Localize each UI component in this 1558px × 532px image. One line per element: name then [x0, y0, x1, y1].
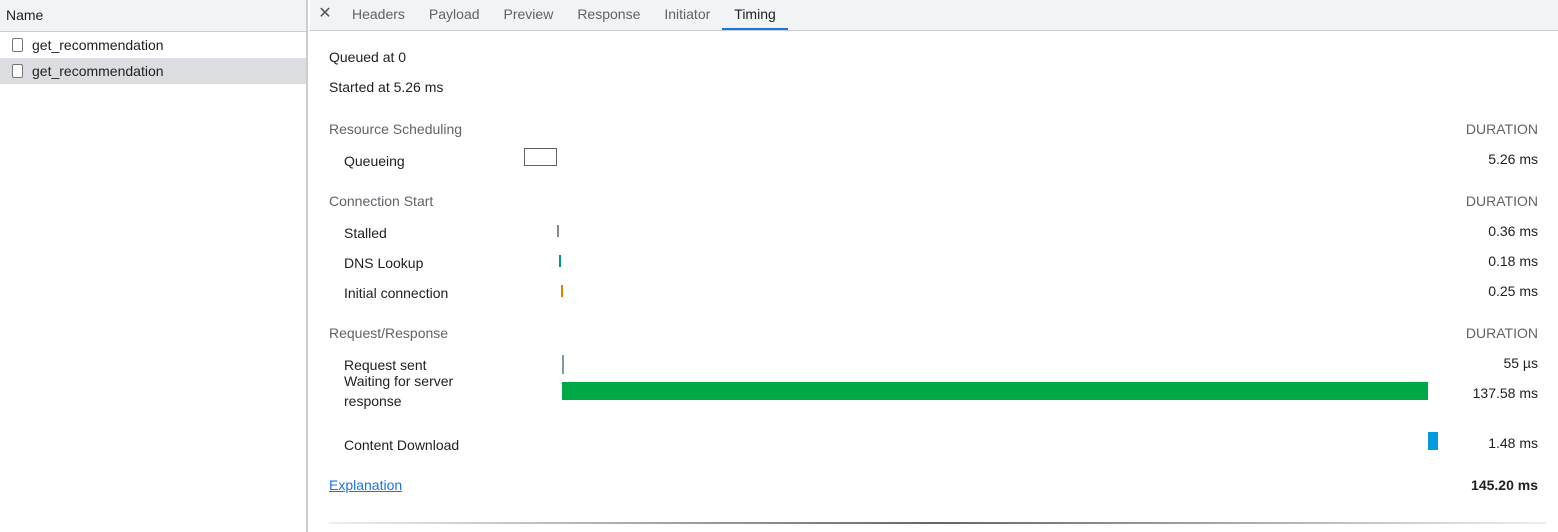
timing-bar [1428, 432, 1438, 450]
timing-row-value: 0.25 ms [1488, 283, 1538, 299]
timing-row-label: Initial connection [344, 285, 449, 301]
tab-response[interactable]: Response [565, 0, 652, 30]
close-icon[interactable]: ✕ [310, 0, 340, 30]
duration-header: DURATION [1465, 121, 1538, 137]
tab-initiator[interactable]: Initiator [652, 0, 722, 30]
tab-timing[interactable]: Timing [722, 0, 788, 30]
timing-row-value: 0.18 ms [1488, 253, 1538, 269]
timing-row-label: Stalled [344, 225, 387, 241]
timing-bar [524, 148, 558, 166]
tab-headers[interactable]: Headers [340, 0, 417, 30]
tab-preview[interactable]: Preview [492, 0, 566, 30]
divider [329, 522, 1546, 524]
timing-bar [562, 355, 565, 374]
detail-tabs: ✕ Headers Payload Preview Response Initi… [310, 0, 1558, 31]
total-duration: 145.20 ms [1471, 477, 1538, 493]
queued-at: Queued at 0 [329, 49, 407, 65]
timing-bar [562, 382, 1429, 400]
section-title: Connection Start [329, 193, 434, 209]
document-icon [12, 38, 23, 52]
timing-row-label: Content Download [344, 437, 460, 453]
request-row[interactable]: get_recommendation [0, 32, 306, 58]
duration-header: DURATION [1465, 325, 1538, 341]
section-title: Request/Response [329, 325, 449, 341]
timing-row-value: 137.58 ms [1472, 385, 1538, 401]
timing-row-value: 55 µs [1503, 355, 1538, 371]
timing-row-label: DNS Lookup [344, 255, 424, 271]
started-at: Started at 5.26 ms [329, 79, 444, 95]
timing-bar [560, 285, 563, 297]
request-name: get_recommendation [32, 63, 164, 79]
timing-bar [557, 225, 560, 237]
request-name: get_recommendation [32, 37, 164, 53]
timing-row-label: Waiting for server response [344, 373, 454, 409]
duration-header: DURATION [1465, 193, 1538, 209]
document-icon [12, 64, 23, 78]
timing-row-label: Queueing [344, 153, 405, 169]
request-row-selected[interactable]: get_recommendation [0, 58, 306, 84]
request-list: Name get_recommendation get_recommendati… [0, 0, 308, 532]
name-column-header[interactable]: Name [0, 0, 306, 32]
tab-payload[interactable]: Payload [417, 0, 492, 30]
timing-row-value: 1.48 ms [1488, 435, 1538, 451]
explanation-link[interactable]: Explanation [329, 477, 402, 493]
timing-row-value: 5.26 ms [1488, 151, 1538, 167]
section-title: Resource Scheduling [329, 121, 463, 137]
timing-bar [559, 255, 562, 267]
timing-row-value: 0.36 ms [1488, 223, 1538, 239]
